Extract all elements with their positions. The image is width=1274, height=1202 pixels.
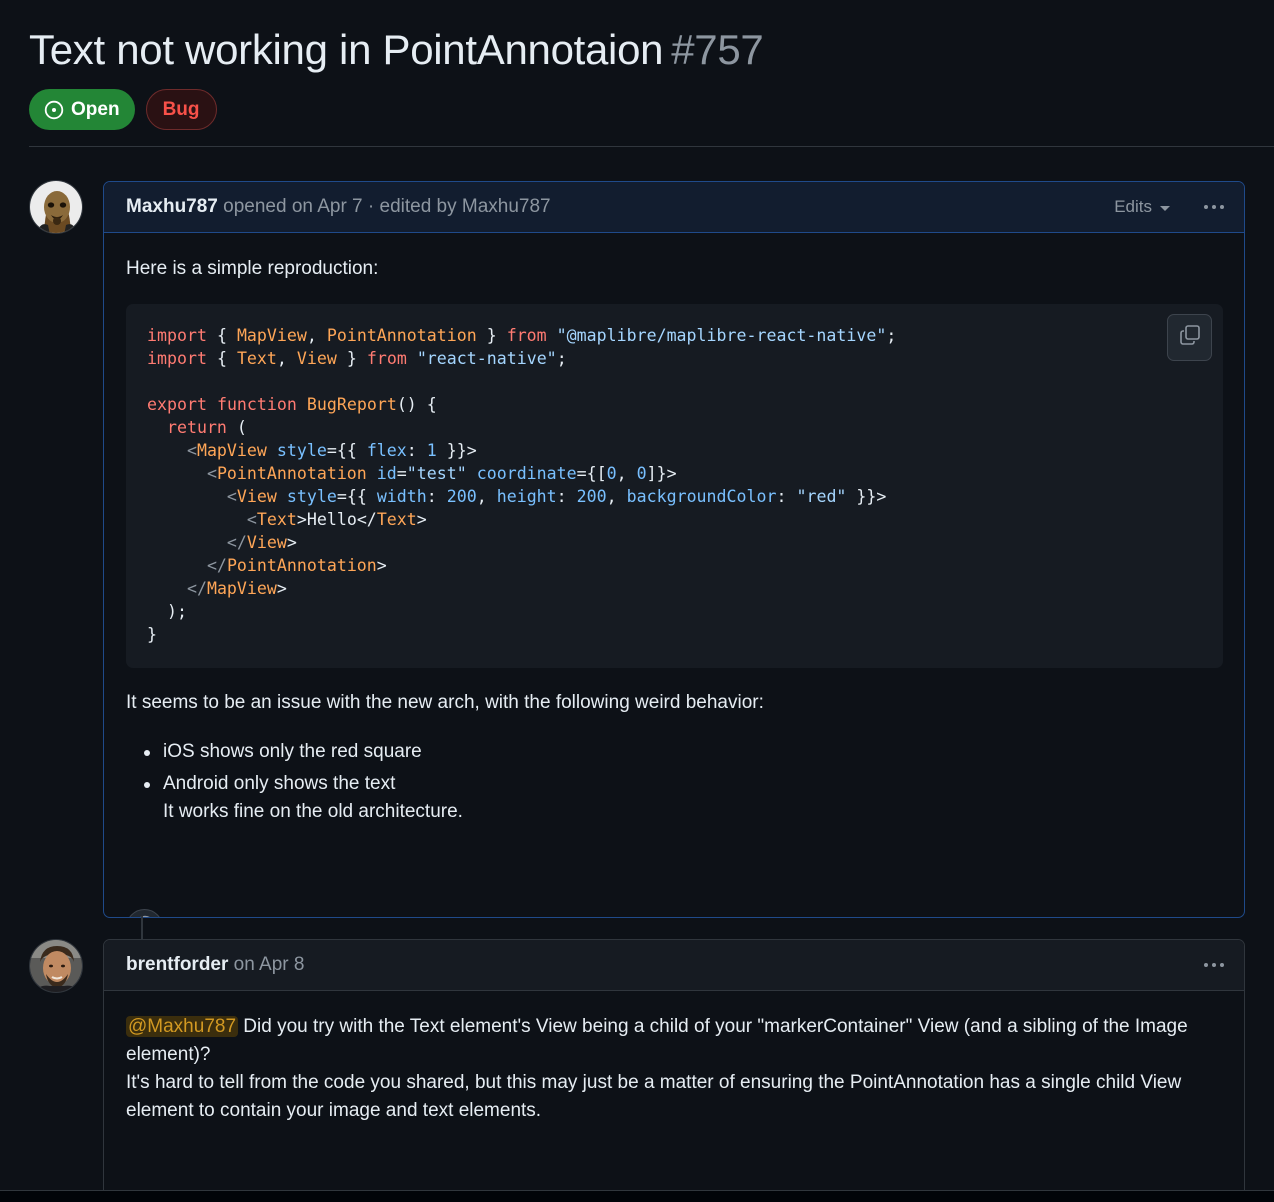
comment-paragraph: It seems to be an issue with the new arc… — [126, 692, 764, 713]
code-line: <Text>Hello</Text> — [147, 510, 427, 529]
issue-state-label: Open — [71, 98, 120, 120]
avatar-brentforder[interactable] — [29, 939, 83, 993]
caret-down-icon — [1160, 205, 1170, 211]
reply-text: Did you try with the Text element's View… — [126, 1016, 1188, 1065]
smiley-icon — [134, 914, 156, 917]
comment-header-actions: Edits — [1114, 197, 1228, 217]
user-mention[interactable]: @Maxhu787 — [126, 1016, 239, 1037]
code-block: import { MapView, PointAnnotation } from… — [126, 304, 1223, 668]
code-line: </PointAnnotation> — [147, 556, 387, 575]
comment-intro: Here is a simple reproduction: — [126, 258, 379, 279]
timeline-connector — [141, 916, 143, 940]
issue-open-icon — [44, 100, 64, 120]
list-item: iOS shows only the red square — [126, 738, 463, 766]
code-line: import { MapView, PointAnnotation } from… — [147, 326, 897, 345]
copy-icon — [1179, 324, 1201, 351]
code-line: import { Text, View } from "react-native… — [147, 349, 567, 368]
add-reaction-button[interactable] — [126, 909, 163, 917]
comment-meta: Maxhu787 opened on Apr 7 · edited by Max… — [126, 196, 551, 218]
edits-label: Edits — [1114, 197, 1152, 216]
comment-meta: brentforder on Apr 8 — [126, 954, 304, 976]
header-divider — [29, 146, 1274, 147]
comment-options-icon[interactable] — [1200, 201, 1228, 213]
list-item-note: It works fine on the old architecture. — [163, 801, 463, 822]
code-line: return ( — [166, 418, 247, 437]
code-line: <MapView style={{ flex: 1 }}> — [147, 441, 477, 460]
edits-dropdown[interactable]: Edits — [1114, 197, 1170, 217]
code-line: </View> — [147, 533, 297, 552]
comment-header: brentforder on Apr 8 — [104, 940, 1244, 991]
issue-number: #757 — [671, 26, 764, 73]
comment-header-actions — [1200, 959, 1228, 971]
issue-title-text: Text not working in PointAnnotaion — [29, 26, 664, 73]
comment-author[interactable]: brentforder — [126, 954, 228, 975]
issue-title: Text not working in PointAnnotaion #757 — [29, 26, 764, 74]
comment-reply: @Maxhu787 Did you try with the Text elem… — [126, 1013, 1226, 1125]
comment-brentforder: brentforder on Apr 8 @Maxhu787 Did you t… — [103, 939, 1245, 1202]
comment-timestamp[interactable]: opened on Apr 7 · edited by Maxhu787 — [218, 196, 550, 217]
code-line: </MapView> — [147, 579, 287, 598]
code-line: <View style={{ width: 200, height: 200, … — [147, 487, 887, 506]
issue-page: Text not working in PointAnnotaion #757 O… — [0, 0, 1274, 1202]
copy-code-button[interactable] — [1167, 314, 1212, 361]
comment-options-icon[interactable] — [1200, 959, 1228, 971]
issue-state-badge: Open — [29, 89, 135, 130]
code-line: } — [147, 625, 157, 644]
bottom-bar — [0, 1190, 1274, 1202]
comment-header: Maxhu787 opened on Apr 7 · edited by Max… — [104, 182, 1244, 233]
list-item: Android only shows the text It works fine… — [126, 770, 463, 826]
comment-maxhu787: Maxhu787 opened on Apr 7 · edited by Max… — [103, 181, 1245, 918]
reply-text: It's hard to tell from the code you shar… — [126, 1072, 1182, 1121]
comment-author[interactable]: Maxhu787 — [126, 196, 218, 217]
code-content: import { MapView, PointAnnotation } from… — [147, 324, 896, 646]
label-bug[interactable]: Bug — [145, 89, 217, 130]
code-line: ); — [147, 602, 187, 621]
code-line: export function BugReport() { — [147, 395, 437, 414]
comment-timestamp[interactable]: on Apr 8 — [228, 954, 305, 975]
code-line: <PointAnnotation id="test" coordinate={[… — [147, 464, 677, 483]
behavior-list: iOS shows only the red square Android on… — [126, 738, 463, 830]
issue-badges: Open Bug — [29, 89, 217, 130]
avatar-maxhu787[interactable] — [29, 180, 83, 234]
